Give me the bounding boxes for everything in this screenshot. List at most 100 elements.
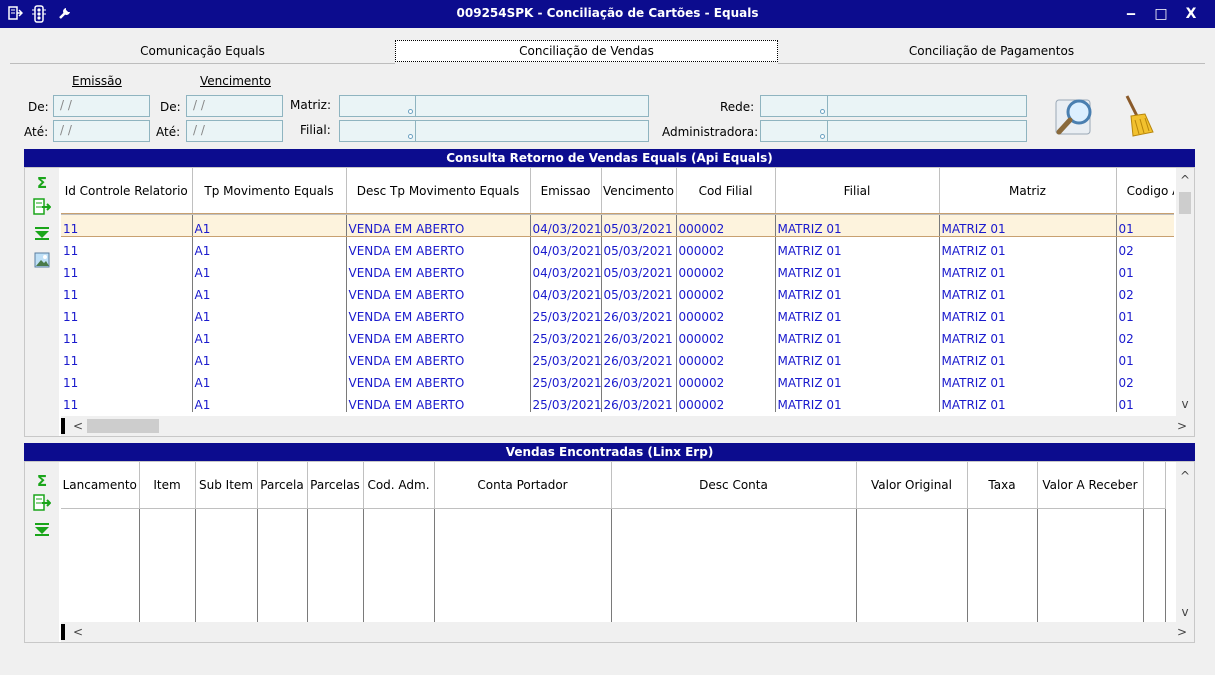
table-cell[interactable]: 000002	[676, 258, 776, 280]
table-cell[interactable]: 01	[1116, 258, 1174, 280]
lookup-icon[interactable]	[408, 109, 413, 114]
sum-icon[interactable]: Σ	[33, 472, 51, 490]
table-cell[interactable]: MATRIZ 01	[775, 280, 940, 302]
table-cell[interactable]: 26/03/2021	[601, 324, 677, 346]
table-cell[interactable]: 000002	[676, 324, 776, 346]
table-cell[interactable]: VENDA EM ABERTO	[346, 324, 531, 346]
matriz-lookup[interactable]	[339, 95, 649, 117]
table-cell[interactable]: MATRIZ 01	[939, 280, 1117, 302]
table-cell[interactable]: A1	[192, 346, 347, 368]
table-cell[interactable]: MATRIZ 01	[939, 302, 1117, 324]
table-cell[interactable]: A1	[192, 302, 347, 324]
maximize-button[interactable]: □	[1150, 4, 1172, 24]
table-cell[interactable]: 25/03/2021	[530, 368, 602, 390]
column-header[interactable]: Parcela	[257, 462, 308, 509]
column-header[interactable]: Desc Tp Movimento Equals	[346, 168, 531, 215]
table-cell[interactable]: 04/03/2021	[530, 280, 602, 302]
table-row[interactable]: 11 A1 VENDA EM ABERTO 25/03/2021 26/03/2021 0…	[61, 346, 1174, 368]
lookup-icon[interactable]	[820, 109, 825, 114]
column-header[interactable]: Valor A Receber	[1037, 462, 1144, 509]
tab-conciliacao-pagamentos[interactable]: Conciliação de Pagamentos	[778, 38, 1205, 64]
export-icon[interactable]	[33, 494, 52, 512]
scroll-right-button[interactable]: >	[1173, 416, 1191, 436]
table-cell[interactable]: 01	[1116, 214, 1174, 236]
table-cell[interactable]: 26/03/2021	[601, 346, 677, 368]
table-cell[interactable]: 000002	[676, 368, 776, 390]
table-cell[interactable]: A1	[192, 258, 347, 280]
vencimento-ate-input[interactable]: / /	[186, 120, 283, 142]
table-row[interactable]: 11 A1 VENDA EM ABERTO 04/03/2021 05/03/2021 0…	[61, 280, 1174, 302]
column-header[interactable]: Tp Movimento Equals	[192, 168, 347, 215]
scroll-up-button[interactable]: ^	[1176, 468, 1194, 484]
column-header[interactable]: Taxa	[967, 462, 1038, 509]
table-cell[interactable]: 11	[61, 258, 193, 280]
table-cell[interactable]: 02	[1116, 236, 1174, 258]
table-cell[interactable]: A1	[192, 368, 347, 390]
column-header[interactable]: Parcelas	[307, 462, 364, 509]
column-header[interactable]: Matriz	[939, 168, 1117, 215]
emissao-ate-input[interactable]: / /	[53, 120, 150, 142]
table-cell[interactable]: 01	[1116, 390, 1174, 412]
export-icon[interactable]	[33, 198, 52, 216]
table-cell[interactable]: VENDA EM ABERTO	[346, 280, 531, 302]
top-vertical-scrollbar[interactable]: ^ v	[1176, 168, 1194, 416]
table-cell[interactable]: MATRIZ 01	[939, 324, 1117, 346]
table-cell[interactable]: 11	[61, 390, 193, 412]
table-cell[interactable]: A1	[192, 214, 347, 236]
table-cell[interactable]: MATRIZ 01	[775, 368, 940, 390]
table-cell[interactable]: A1	[192, 390, 347, 412]
filter-down-icon[interactable]	[33, 522, 51, 540]
table-cell[interactable]: A1	[192, 280, 347, 302]
lookup-icon[interactable]	[408, 134, 413, 139]
table-cell[interactable]: 04/03/2021	[530, 214, 602, 236]
table-cell[interactable]: MATRIZ 01	[775, 214, 940, 236]
table-cell[interactable]: 04/03/2021	[530, 258, 602, 280]
table-cell[interactable]: 02	[1116, 324, 1174, 346]
table-cell[interactable]: 000002	[676, 236, 776, 258]
table-cell[interactable]: 01	[1116, 302, 1174, 324]
table-cell[interactable]: VENDA EM ABERTO	[346, 302, 531, 324]
table-cell[interactable]: 01	[1116, 346, 1174, 368]
table-cell[interactable]: VENDA EM ABERTO	[346, 258, 531, 280]
table-cell[interactable]: 000002	[676, 346, 776, 368]
table-cell[interactable]: 05/03/2021	[601, 236, 677, 258]
scroll-left-button[interactable]: <	[69, 416, 87, 436]
table-cell[interactable]: 05/03/2021	[601, 280, 677, 302]
table-cell[interactable]: 000002	[676, 302, 776, 324]
column-header[interactable]: Conta Portador	[434, 462, 612, 509]
filial-lookup[interactable]	[339, 120, 649, 142]
bottom-vertical-scrollbar[interactable]: ^ v	[1176, 462, 1194, 622]
table-cell[interactable]: 11	[61, 236, 193, 258]
table-cell[interactable]: MATRIZ 01	[939, 258, 1117, 280]
scroll-down-button[interactable]: v	[1176, 396, 1194, 412]
bottom-horizontal-scrollbar[interactable]: < >	[61, 622, 1194, 642]
column-header[interactable]: Vencimento	[601, 168, 677, 215]
scroll-left-button[interactable]: <	[69, 622, 87, 642]
table-cell[interactable]: MATRIZ 01	[939, 346, 1117, 368]
administradora-lookup[interactable]	[760, 120, 1027, 142]
table-cell[interactable]: 05/03/2021	[601, 258, 677, 280]
table-cell[interactable]: MATRIZ 01	[939, 214, 1117, 236]
table-cell[interactable]: MATRIZ 01	[775, 390, 940, 412]
table-cell[interactable]: 000002	[676, 390, 776, 412]
tab-comunicacao-equals[interactable]: Comunicação Equals	[10, 38, 395, 64]
table-cell[interactable]: MATRIZ 01	[939, 368, 1117, 390]
table-cell[interactable]: 26/03/2021	[601, 390, 677, 412]
table-cell[interactable]: VENDA EM ABERTO	[346, 390, 531, 412]
table-cell[interactable]: MATRIZ 01	[775, 324, 940, 346]
table-cell[interactable]: 25/03/2021	[530, 390, 602, 412]
scroll-thumb[interactable]	[1179, 192, 1191, 214]
table-cell[interactable]: 11	[61, 346, 193, 368]
emissao-de-input[interactable]: / /	[53, 95, 150, 117]
column-header[interactable]: Filial	[775, 168, 940, 215]
clear-button[interactable]	[1115, 92, 1163, 140]
table-cell[interactable]: 25/03/2021	[530, 324, 602, 346]
scroll-down-button[interactable]: v	[1176, 604, 1194, 620]
table-row[interactable]: 11 A1 VENDA EM ABERTO 04/03/2021 05/03/2021 0…	[61, 258, 1174, 280]
table-cell[interactable]: 11	[61, 302, 193, 324]
vencimento-de-input[interactable]: / /	[186, 95, 283, 117]
column-header[interactable]: Codigo A	[1116, 168, 1174, 215]
column-header[interactable]: Desc Conta	[611, 462, 857, 509]
table-cell[interactable]: VENDA EM ABERTO	[346, 346, 531, 368]
table-cell[interactable]: 11	[61, 280, 193, 302]
